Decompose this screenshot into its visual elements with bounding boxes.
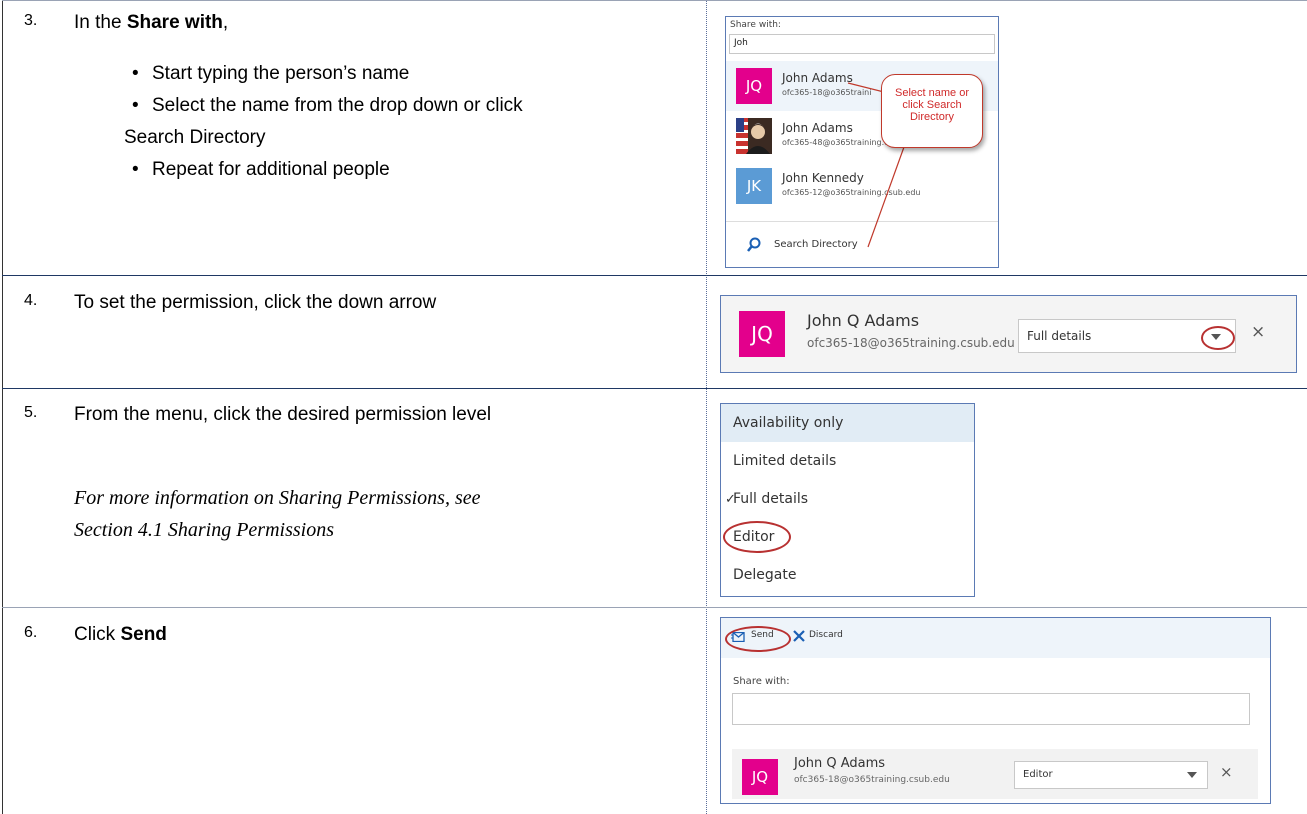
contact-email: ofc365-18@o365training.csub.edu [807,336,1015,350]
step-number: 3. [24,12,38,29]
close-icon[interactable]: × [1220,763,1233,781]
list-item: Repeat for additional people [124,154,704,186]
close-icon[interactable]: × [1251,322,1265,342]
menu-item-limited[interactable]: Limited details [721,442,974,480]
contact-name: John Q Adams [807,311,920,330]
share-with-screenshot: Share with: Joh JQ John Adams ofc365-18@… [725,16,999,268]
toolbar: Send Discard [721,618,1270,658]
send-screenshot: Send Discard Share with: JQ John Q Adams… [720,617,1271,804]
menu-item-full[interactable]: ✓ Full details [721,480,974,518]
permission-menu-screenshot: Availability only Limited details ✓ Full… [720,403,975,597]
share-with-label: Share with: [733,676,790,687]
highlight-oval [725,626,791,652]
list-item: Start typing the person’s name [124,58,704,90]
step-number: 5. [24,404,38,421]
recipient-row: JQ John Q Adams ofc365-18@o365training.c… [732,749,1258,799]
chevron-down-icon [1187,772,1197,778]
avatar: JQ [742,759,778,795]
step-number: 6. [24,624,38,641]
contact-email: ofc365-18@o365training.csub.edu [794,775,950,785]
list-item: Select the name from the drop down or cl… [124,90,704,154]
chevron-down-icon[interactable] [1210,333,1222,341]
table-row-divider [2,388,1307,389]
step-text: In the Share with, [74,12,229,33]
avatar: JQ [739,311,785,357]
step-text: To set the permission, click the down ar… [74,292,437,313]
menu-item-availability[interactable]: Availability only [721,404,974,442]
info-note: For more information on Sharing Permissi… [74,487,481,541]
highlight-oval [723,521,791,553]
menu-item-delegate[interactable]: Delegate [721,556,974,594]
table-column-divider [706,0,707,814]
step-number: 4. [24,292,38,309]
contact-name: John Q Adams [794,756,886,771]
callout-box: Select name or click Search Directory [881,74,983,148]
table-left-border [2,0,3,814]
step-text: From the menu, click the desired permiss… [74,404,492,425]
permission-screenshot: JQ John Q Adams ofc365-18@o365training.c… [720,295,1297,373]
bullet-list: Start typing the person’s name Select th… [124,58,704,186]
share-with-input[interactable] [732,693,1250,725]
table-top-border [2,0,1307,1]
table-row-divider [2,275,1307,276]
close-icon [793,630,805,642]
discard-button[interactable]: Discard [791,627,861,647]
step-text: Click Send [74,624,167,645]
permission-select[interactable]: Editor [1014,761,1208,789]
table-row-divider [2,607,1307,608]
